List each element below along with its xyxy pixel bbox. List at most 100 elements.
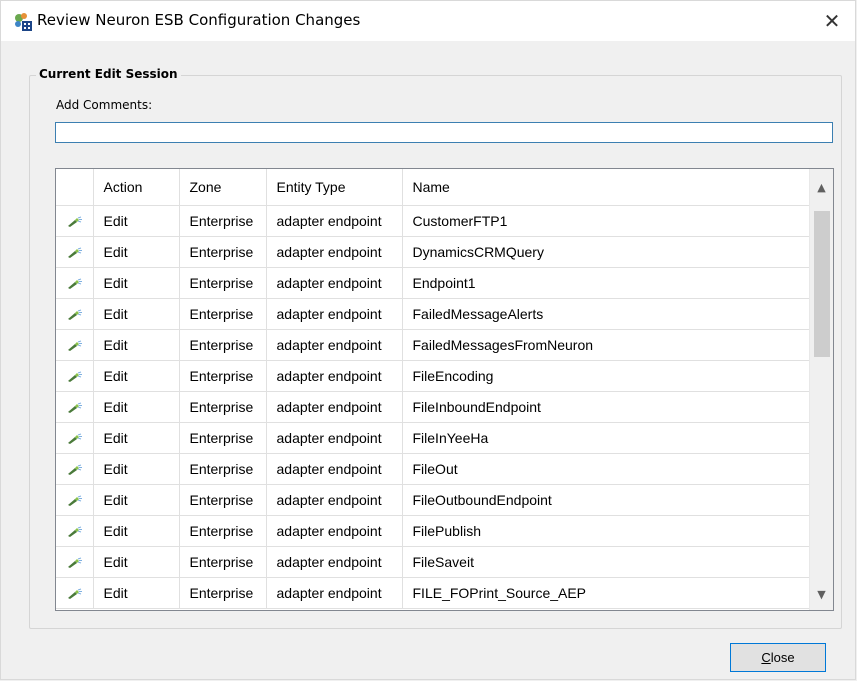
edit-pencil-icon: [68, 588, 83, 600]
row-icon-cell: [56, 267, 94, 299]
cell-name: FileInboundEndpoint: [402, 391, 810, 423]
cell-entity-type: adapter endpoint: [266, 236, 403, 268]
table-row[interactable]: Edit Enterprise adapter endpoint FileInboun…: [56, 391, 810, 423]
cell-action: Edit: [93, 360, 180, 392]
table-row[interactable]: Edit Enterprise adapter endpoint FileSaveit: [56, 546, 810, 578]
close-button-mnemonic: C: [761, 650, 771, 665]
cell-action: Edit: [93, 515, 180, 547]
cell-zone: Enterprise: [179, 391, 267, 423]
dialog-window: Review Neuron ESB Configuration Changes …: [0, 0, 856, 680]
scroll-up-icon[interactable]: ▲: [810, 175, 833, 199]
row-icon-cell: [56, 453, 94, 485]
row-icon-cell: [56, 360, 94, 392]
row-icon-cell: [56, 391, 94, 423]
cell-action: Edit: [93, 298, 180, 330]
cell-entity-type: adapter endpoint: [266, 267, 403, 299]
cell-name: DynamicsCRMQuery: [402, 236, 810, 268]
cell-action: Edit: [93, 205, 180, 237]
cell-zone: Enterprise: [179, 422, 267, 454]
changes-grid[interactable]: Action Zone Entity Type Name Edit Enterpr…: [55, 168, 834, 611]
cell-entity-type: adapter endpoint: [266, 515, 403, 547]
cell-zone: Enterprise: [179, 360, 267, 392]
table-row[interactable]: Edit Enterprise adapter endpoint FailedMess…: [56, 298, 810, 330]
cell-entity-type: adapter endpoint: [266, 205, 403, 237]
cell-zone: Enterprise: [179, 546, 267, 578]
cell-name: Endpoint1: [402, 267, 810, 299]
cell-entity-type: adapter endpoint: [266, 577, 403, 609]
table-row[interactable]: Edit Enterprise adapter endpoint FileOut: [56, 453, 810, 485]
cell-entity-type: adapter endpoint: [266, 546, 403, 578]
vertical-scrollbar[interactable]: ▲ ▼: [809, 169, 833, 610]
cell-zone: Enterprise: [179, 577, 267, 609]
column-header-action[interactable]: Action: [93, 169, 180, 206]
table-row[interactable]: Edit Enterprise adapter endpoint FilePublis…: [56, 515, 810, 547]
neuron-app-icon: [15, 13, 32, 31]
table-row[interactable]: Edit Enterprise adapter endpoint CustomerFT…: [56, 205, 810, 237]
cell-entity-type: adapter endpoint: [266, 298, 403, 330]
window-close-icon[interactable]: ✕: [809, 1, 855, 41]
cell-action: Edit: [93, 267, 180, 299]
cell-action: Edit: [93, 236, 180, 268]
edit-pencil-icon: [68, 464, 83, 476]
cell-action: Edit: [93, 329, 180, 361]
edit-pencil-icon: [68, 495, 83, 507]
table-row[interactable]: Edit Enterprise adapter endpoint FILE_FOPri…: [56, 577, 810, 609]
row-icon-cell: [56, 546, 94, 578]
cell-name: FileOutboundEndpoint: [402, 484, 810, 516]
cell-zone: Enterprise: [179, 236, 267, 268]
row-icon-cell: [56, 422, 94, 454]
cell-name: FILE_FOPrint_Source_AEP: [402, 577, 810, 609]
edit-pencil-icon: [68, 526, 83, 538]
title-bar[interactable]: Review Neuron ESB Configuration Changes …: [1, 1, 855, 41]
edit-pencil-icon: [68, 402, 83, 414]
table-row[interactable]: Edit Enterprise adapter endpoint Endpoint1: [56, 267, 810, 299]
grid-body: Edit Enterprise adapter endpoint CustomerFT…: [56, 205, 810, 609]
cell-name: FilePublish: [402, 515, 810, 547]
row-icon-cell: [56, 236, 94, 268]
table-row[interactable]: Edit Enterprise adapter endpoint FailedMess…: [56, 329, 810, 361]
column-header-zone[interactable]: Zone: [179, 169, 267, 206]
cell-name: FileOut: [402, 453, 810, 485]
scroll-thumb[interactable]: [814, 211, 830, 357]
cell-action: Edit: [93, 422, 180, 454]
column-header-icon[interactable]: [56, 169, 94, 206]
row-icon-cell: [56, 484, 94, 516]
row-icon-cell: [56, 205, 94, 237]
cell-name: FileEncoding: [402, 360, 810, 392]
comments-input[interactable]: [55, 122, 833, 143]
cell-zone: Enterprise: [179, 515, 267, 547]
cell-entity-type: adapter endpoint: [266, 453, 403, 485]
row-icon-cell: [56, 515, 94, 547]
edit-pencil-icon: [68, 340, 83, 352]
column-header-entity-type[interactable]: Entity Type: [266, 169, 403, 206]
row-icon-cell: [56, 298, 94, 330]
scroll-down-icon[interactable]: ▼: [810, 582, 833, 606]
edit-pencil-icon: [68, 247, 83, 259]
edit-pencil-icon: [68, 309, 83, 321]
cell-name: FileSaveit: [402, 546, 810, 578]
cell-entity-type: adapter endpoint: [266, 360, 403, 392]
edit-pencil-icon: [68, 371, 83, 383]
cell-zone: Enterprise: [179, 298, 267, 330]
cell-zone: Enterprise: [179, 267, 267, 299]
edit-pencil-icon: [68, 216, 83, 228]
table-row[interactable]: Edit Enterprise adapter endpoint FileEncodi…: [56, 360, 810, 392]
cell-entity-type: adapter endpoint: [266, 484, 403, 516]
close-button-label: lose: [770, 650, 795, 665]
window-title: Review Neuron ESB Configuration Changes: [37, 11, 361, 29]
cell-name: CustomerFTP1: [402, 205, 810, 237]
edit-pencil-icon: [68, 557, 83, 569]
cell-zone: Enterprise: [179, 329, 267, 361]
groupbox-legend: Current Edit Session: [36, 67, 181, 81]
column-header-name[interactable]: Name: [402, 169, 810, 206]
close-button[interactable]: Close: [730, 643, 826, 672]
table-row[interactable]: Edit Enterprise adapter endpoint DynamicsCR…: [56, 236, 810, 268]
cell-name: FailedMessagesFromNeuron: [402, 329, 810, 361]
table-row[interactable]: Edit Enterprise adapter endpoint FileInYeeH…: [56, 422, 810, 454]
cell-action: Edit: [93, 546, 180, 578]
cell-zone: Enterprise: [179, 484, 267, 516]
cell-entity-type: adapter endpoint: [266, 391, 403, 423]
cell-action: Edit: [93, 484, 180, 516]
table-row[interactable]: Edit Enterprise adapter endpoint FileOutbou…: [56, 484, 810, 516]
cell-zone: Enterprise: [179, 205, 267, 237]
